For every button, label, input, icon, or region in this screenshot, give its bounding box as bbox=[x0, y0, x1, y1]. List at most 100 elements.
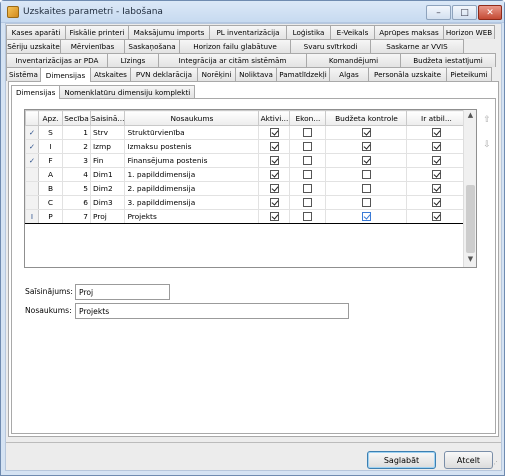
column-header-ekon[interactable]: Ekon... bbox=[289, 110, 327, 126]
tab-mervienibas[interactable]: Mērvienības bbox=[60, 39, 125, 53]
ekon-checkbox[interactable] bbox=[303, 170, 313, 180]
tab-horizon-failu-glabatuve[interactable]: Horizon failu glabātuve bbox=[179, 39, 291, 53]
ekon-checkbox[interactable] bbox=[303, 184, 313, 194]
scroll-thumb[interactable] bbox=[466, 185, 475, 253]
budzeta-checkbox[interactable] bbox=[361, 128, 371, 138]
aktivs-checkbox[interactable] bbox=[269, 170, 279, 180]
maximize-button[interactable]: □ bbox=[452, 5, 477, 20]
save-button[interactable]: Saglabāt bbox=[367, 451, 436, 469]
tab-personala-uzskaite[interactable]: Personāla uzskaite bbox=[368, 67, 447, 81]
atbil-checkbox[interactable] bbox=[431, 142, 441, 152]
subtab-nomenklaturu-dimensiju-komplekti[interactable]: Nomenklatūru dimensiju komplekti bbox=[59, 85, 196, 98]
budzeta-checkbox[interactable] bbox=[361, 142, 371, 152]
tab-seriju-uzskaite[interactable]: Sēriju uzskaite bbox=[6, 39, 61, 53]
aktivs-checkbox[interactable] bbox=[269, 198, 279, 208]
budzeta-checkbox[interactable] bbox=[361, 184, 371, 194]
tab-algas[interactable]: Algas bbox=[329, 67, 369, 81]
minimize-button[interactable]: – bbox=[426, 5, 451, 20]
atbil-checkbox[interactable] bbox=[431, 184, 441, 194]
move-down-icon[interactable]: ⇩ bbox=[481, 140, 493, 150]
apz-cell: P bbox=[38, 209, 63, 224]
table-row[interactable]: ✓ S 1 Strv Struktūrvienība bbox=[25, 125, 467, 140]
column-header-aktivi[interactable]: Aktivi... bbox=[258, 110, 291, 126]
aktivs-checkbox[interactable] bbox=[269, 184, 279, 194]
ekon-checkbox[interactable] bbox=[303, 142, 313, 152]
tab-integracija-ar-citam-sistemam[interactable]: Integrācija ar citām sistēmām bbox=[158, 53, 307, 67]
grid-scrollbar[interactable]: ▲ ▼ bbox=[463, 110, 476, 267]
tab-pl-inventarizacija[interactable]: PL inventarizācija bbox=[209, 25, 287, 39]
tab-saskarne-ar-vvis[interactable]: Saskarne ar VVIS bbox=[370, 39, 464, 53]
tab-inventarizacijas-ar-pda[interactable]: Inventarizācijas ar PDA bbox=[6, 53, 108, 67]
tab-lizings[interactable]: Līzings bbox=[107, 53, 159, 67]
tab-horizon-web[interactable]: Horizon WEB bbox=[443, 25, 495, 39]
cancel-button[interactable]: Atcelt bbox=[444, 451, 493, 469]
budzeta-checkbox[interactable] bbox=[361, 156, 371, 166]
atbil-checkbox[interactable] bbox=[431, 198, 441, 208]
saisinajums-cell: Dim3 bbox=[89, 195, 126, 210]
tab-norekini[interactable]: Norēķini bbox=[197, 67, 236, 81]
tab-saskanosana[interactable]: Saskaņošana bbox=[124, 39, 180, 53]
tab-fiskalie-printeri[interactable]: Fiskālie printeri bbox=[65, 25, 129, 39]
ekon-checkbox[interactable] bbox=[303, 128, 313, 138]
saisinajums-label: Saīsinājums: bbox=[25, 287, 73, 296]
row-marker bbox=[25, 195, 39, 210]
nosaukums-cell: Finansējuma postenis bbox=[124, 153, 260, 168]
column-header-budzeta-kontrole[interactable]: Budžeta kontrole bbox=[325, 110, 408, 126]
tab-pvn-deklaracija[interactable]: PVN deklarācija bbox=[130, 67, 198, 81]
tab-budzeta-iestatijumi[interactable]: Budžeta iestatījumi bbox=[400, 53, 496, 67]
atbil-checkbox[interactable] bbox=[431, 128, 441, 138]
tab-dimensijas[interactable]: Dimensijas bbox=[40, 67, 91, 82]
ekon-checkbox[interactable] bbox=[303, 198, 313, 208]
atbil-checkbox[interactable] bbox=[431, 156, 441, 166]
aktivs-checkbox[interactable] bbox=[269, 212, 279, 222]
tab-maksajumu-imports[interactable]: Maksājumu imports bbox=[128, 25, 210, 39]
atbil-checkbox[interactable] bbox=[431, 212, 441, 222]
tab-atskaites[interactable]: Atskaites bbox=[90, 67, 131, 81]
budzeta-cell bbox=[325, 195, 408, 210]
nosaukums-cell: 3. papilddimensija bbox=[124, 195, 260, 210]
column-header-saisina[interactable]: Saisinā... bbox=[89, 110, 126, 126]
column-header-apz[interactable]: Apz. bbox=[38, 110, 63, 126]
table-row[interactable]: I P 7 Proj Projekts bbox=[25, 209, 467, 224]
table-row[interactable]: ✓ F 3 Fin Finansējuma postenis bbox=[25, 153, 467, 168]
column-header-nosaukums[interactable]: Nosaukums bbox=[124, 110, 260, 126]
tab-sistema[interactable]: Sistēma bbox=[6, 67, 41, 81]
resize-grip-icon[interactable]: ⋰ bbox=[491, 460, 499, 468]
aktivs-checkbox[interactable] bbox=[269, 128, 279, 138]
saisinajums-input[interactable] bbox=[75, 284, 170, 300]
subtab-dimensijas[interactable]: Dimensijas bbox=[11, 85, 61, 99]
tab-noliktava[interactable]: Noliktava bbox=[235, 67, 277, 81]
seciba-cell: 1 bbox=[62, 125, 91, 140]
ekon-checkbox[interactable] bbox=[303, 212, 313, 222]
nosaukums-input[interactable] bbox=[75, 303, 349, 319]
table-row[interactable]: ✓ I 2 Izmp Izmaksu postenis bbox=[25, 139, 467, 154]
aktivs-checkbox[interactable] bbox=[269, 142, 279, 152]
row-marker: I bbox=[25, 209, 39, 224]
tab-e-veikals[interactable]: E-Veikals bbox=[330, 25, 375, 39]
aktivs-checkbox[interactable] bbox=[269, 156, 279, 166]
tab-pieteikumi[interactable]: Pieteikumi bbox=[446, 67, 492, 81]
tab-komandejumi[interactable]: Komandējumi bbox=[306, 53, 401, 67]
tab-pamatlidzekli[interactable]: Pamatlīdzekļi bbox=[276, 67, 330, 81]
table-row[interactable]: A 4 Dim1 1. papilddimensija bbox=[25, 167, 467, 182]
table-row[interactable]: B 5 Dim2 2. papilddimensija bbox=[25, 181, 467, 196]
budzeta-checkbox[interactable] bbox=[361, 212, 371, 222]
table-row[interactable]: C 6 Dim3 3. papilddimensija bbox=[25, 195, 467, 210]
column-header-ir-atbil[interactable]: Ir atbil... bbox=[406, 110, 467, 126]
tab-aprupes-maksas[interactable]: Aprūpes maksas bbox=[374, 25, 444, 39]
tab-kases-aparati[interactable]: Kases aparāti bbox=[6, 25, 66, 39]
move-up-icon[interactable]: ⇧ bbox=[481, 115, 493, 125]
budzeta-checkbox[interactable] bbox=[361, 170, 371, 180]
atbil-checkbox[interactable] bbox=[431, 170, 441, 180]
column-header-marker[interactable] bbox=[25, 110, 39, 126]
tab-svaru-svitrkodi[interactable]: Svaru svītrkodi bbox=[290, 39, 371, 53]
close-button[interactable]: ✕ bbox=[478, 5, 502, 20]
title-bar[interactable]: Uzskaites parametri - Iabošana – □ ✕ bbox=[1, 1, 504, 23]
tab-logistika[interactable]: Loģistika bbox=[286, 25, 331, 39]
ekon-checkbox[interactable] bbox=[303, 156, 313, 166]
seciba-cell: 7 bbox=[62, 209, 91, 224]
column-header-seciba[interactable]: Secība bbox=[62, 110, 91, 126]
scroll-up-icon[interactable]: ▲ bbox=[464, 111, 476, 123]
budzeta-checkbox[interactable] bbox=[361, 198, 371, 208]
scroll-down-icon[interactable]: ▼ bbox=[464, 255, 476, 267]
